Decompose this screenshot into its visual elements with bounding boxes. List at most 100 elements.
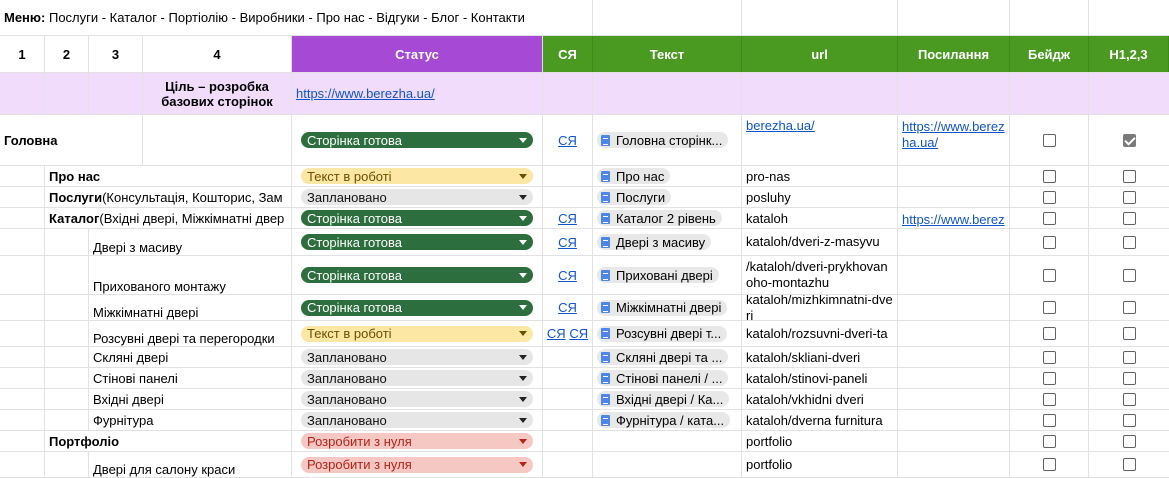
doc-chip[interactable]: Послуги — [597, 189, 672, 205]
link-cell[interactable] — [898, 452, 1010, 477]
text-doc-cell[interactable]: Головна сторінк... — [593, 115, 742, 165]
h123-cell[interactable] — [1089, 321, 1169, 346]
link-cell[interactable] — [898, 321, 1010, 346]
status-dropdown[interactable]: Заплановано — [301, 349, 533, 365]
doc-chip[interactable]: Вхідні двері / Ка... — [597, 391, 730, 407]
doc-chip[interactable]: Двері з масиву — [597, 234, 712, 250]
badge-cell[interactable] — [1010, 321, 1089, 346]
status-cell[interactable]: Сторінка готова — [292, 115, 543, 165]
sya-cell[interactable]: СЯ — [543, 115, 593, 165]
sya-cell[interactable] — [543, 368, 593, 388]
status-cell[interactable]: Заплановано — [292, 410, 543, 430]
status-cell[interactable]: Заплановано — [292, 187, 543, 207]
badge-cell[interactable] — [1010, 256, 1089, 294]
h123-checkbox[interactable] — [1122, 458, 1136, 471]
h123-cell[interactable] — [1089, 452, 1169, 477]
badge-checkbox[interactable] — [1042, 392, 1056, 406]
status-dropdown[interactable]: Сторінка готова — [301, 267, 533, 283]
url-cell[interactable]: kataloh/skliani-dveri — [742, 347, 898, 367]
h123-cell[interactable] — [1089, 431, 1169, 451]
empty-cell[interactable] — [543, 73, 593, 114]
link-cell[interactable] — [898, 431, 1010, 451]
url-cell[interactable]: kataloh/rozsuvni-dveri-ta — [742, 321, 898, 346]
text-doc-cell[interactable]: Міжкімнатні двері — [593, 295, 742, 320]
empty-cell[interactable] — [0, 73, 45, 114]
sya-link[interactable]: СЯ — [558, 133, 577, 148]
h123-cell[interactable] — [1089, 389, 1169, 409]
status-cell[interactable]: Сторінка готова — [292, 208, 543, 228]
text-doc-cell[interactable]: Стінові панелі / ... — [593, 368, 742, 388]
empty-cell[interactable] — [593, 0, 742, 35]
chevron-down-icon[interactable] — [519, 438, 527, 444]
chevron-down-icon[interactable] — [519, 272, 527, 278]
header-col-2[interactable]: 2 — [45, 36, 89, 72]
text-doc-cell[interactable] — [593, 452, 742, 477]
row-label-cell[interactable]: Каталог (Вхідні двері, Міжкімнатні двер — [45, 208, 292, 228]
empty-cell[interactable] — [45, 368, 89, 388]
status-dropdown[interactable]: Розробити з нуля — [301, 456, 533, 473]
text-doc-cell[interactable] — [593, 431, 742, 451]
status-dropdown[interactable]: Заплановано — [301, 391, 533, 407]
empty-cell[interactable] — [1010, 73, 1089, 114]
status-dropdown[interactable]: Сторінка готова — [301, 210, 533, 226]
badge-checkbox[interactable] — [1042, 190, 1056, 204]
h123-checkbox[interactable] — [1122, 190, 1136, 204]
empty-cell[interactable] — [742, 0, 898, 35]
doc-chip[interactable]: Скляні двері та ... — [597, 349, 729, 365]
chevron-down-icon[interactable] — [519, 396, 527, 402]
empty-cell[interactable] — [143, 115, 292, 165]
row-label-cell[interactable]: Міжкімнатні двері — [89, 295, 292, 320]
url-cell[interactable]: kataloh/mizhkimnatni-dveri — [742, 295, 898, 320]
chevron-down-icon[interactable] — [519, 173, 527, 179]
goal-cell[interactable]: Ціль – розробка базових сторінок — [143, 73, 292, 114]
empty-cell[interactable] — [0, 368, 45, 388]
sya-cell[interactable] — [543, 452, 593, 477]
badge-checkbox[interactable] — [1042, 371, 1056, 385]
chevron-down-icon[interactable] — [519, 137, 527, 143]
badge-cell[interactable] — [1010, 389, 1089, 409]
url-cell[interactable]: portfolio — [742, 431, 898, 451]
sya-cell[interactable]: СЯ — [543, 208, 593, 228]
header-status[interactable]: Статус — [292, 36, 543, 72]
empty-cell[interactable] — [0, 295, 45, 320]
empty-cell[interactable] — [0, 452, 45, 477]
status-dropdown[interactable]: Заплановано — [301, 412, 533, 428]
badge-cell[interactable] — [1010, 187, 1089, 207]
status-dropdown[interactable]: Сторінка готова — [301, 132, 533, 148]
row-label-cell[interactable]: Портфоліо — [45, 431, 292, 451]
chevron-down-icon[interactable] — [519, 375, 527, 381]
empty-cell[interactable] — [45, 256, 89, 294]
page-link[interactable]: https://www.berezha.ua/ — [902, 119, 1005, 151]
doc-chip[interactable]: Каталог 2 рівень — [597, 210, 722, 226]
h123-checkbox[interactable] — [1122, 327, 1136, 340]
doc-chip[interactable]: Стінові панелі / ... — [597, 370, 729, 386]
chevron-down-icon[interactable] — [519, 215, 527, 221]
row-label-cell[interactable]: Про нас — [45, 166, 292, 186]
empty-cell[interactable] — [1010, 0, 1089, 35]
h123-cell[interactable] — [1089, 295, 1169, 320]
row-label-cell[interactable]: Двері з масиву — [89, 229, 292, 255]
badge-checkbox[interactable] — [1042, 211, 1056, 225]
h123-checkbox[interactable] — [1122, 350, 1136, 364]
status-cell[interactable]: Заплановано — [292, 368, 543, 388]
status-cell[interactable]: Розробити з нуля — [292, 431, 543, 451]
url-cell[interactable]: kataloh/stinovi-paneli — [742, 368, 898, 388]
url-cell[interactable]: kataloh/dveri-z-masyvu — [742, 229, 898, 255]
sya-link[interactable]: СЯ — [547, 326, 566, 341]
header-link[interactable]: Посилання — [898, 36, 1010, 72]
link-cell[interactable] — [898, 229, 1010, 255]
status-dropdown[interactable]: Сторінка готова — [301, 234, 533, 250]
header-col-3[interactable]: 3 — [89, 36, 143, 72]
url-value[interactable]: berezha.ua/ — [746, 118, 815, 134]
text-doc-cell[interactable]: Послуги — [593, 187, 742, 207]
link-cell[interactable] — [898, 187, 1010, 207]
empty-cell[interactable] — [742, 73, 898, 114]
sya-cell[interactable] — [543, 187, 593, 207]
h123-checkbox[interactable] — [1122, 301, 1136, 314]
h123-cell[interactable] — [1089, 368, 1169, 388]
page-link[interactable]: https://www.berezh — [902, 212, 1005, 228]
goal-url-link[interactable]: https://www.berezha.ua/ — [296, 86, 435, 101]
status-cell[interactable]: Заплановано — [292, 347, 543, 367]
url-cell[interactable]: pro-nas — [742, 166, 898, 186]
doc-chip[interactable]: Приховані двері — [597, 267, 719, 283]
